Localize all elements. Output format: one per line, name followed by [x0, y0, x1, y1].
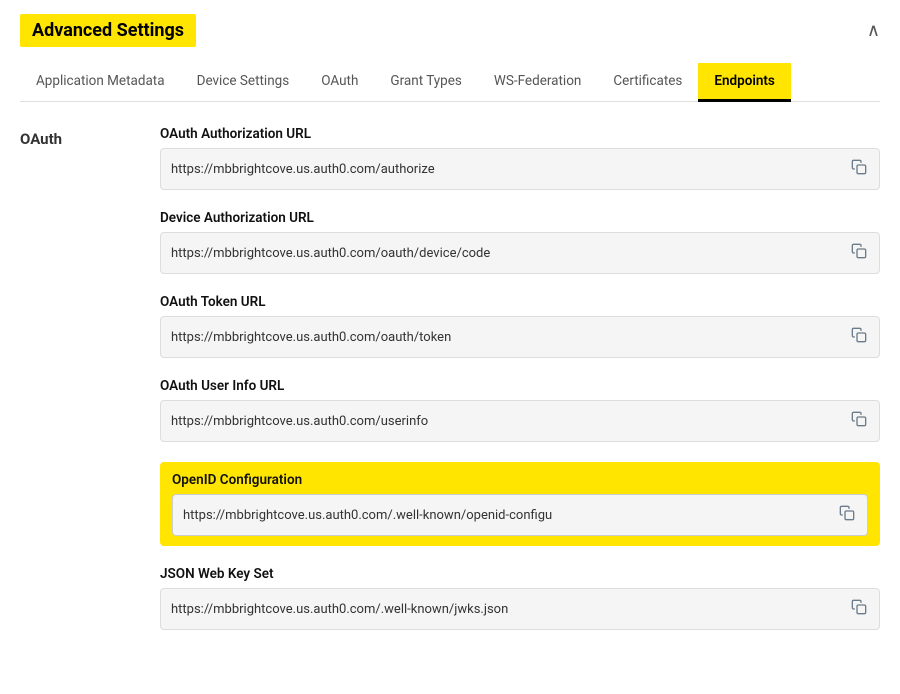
field-group-jwks: JSON Web Key Set https://mbbrightcove.us.…	[160, 566, 880, 630]
url-value-oauth-userinfo-url: https://mbbrightcove.us.auth0.com/userin…	[171, 414, 841, 429]
field-group-oauth-token-url: OAuth Token URL https://mbbrightcove.us.a…	[160, 294, 880, 358]
copy-button-oauth-token-url[interactable]	[849, 325, 869, 349]
tabs-bar: Application MetadataDevice SettingsOAuth…	[20, 63, 880, 102]
tab-ws-federation[interactable]: WS-Federation	[478, 63, 598, 102]
fields-container: OAuth Authorization URL https://mbbrightc…	[160, 126, 880, 630]
copy-button-jwks[interactable]	[849, 597, 869, 621]
url-value-oauth-auth-url: https://mbbrightcove.us.auth0.com/author…	[171, 162, 841, 177]
field-group-device-auth-url: Device Authorization URL https://mbbright…	[160, 210, 880, 274]
field-label-oauth-userinfo-url: OAuth User Info URL	[160, 378, 880, 394]
url-value-openid-config: https://mbbrightcove.us.auth0.com/.well-…	[183, 508, 829, 523]
url-wrapper-openid-config: https://mbbrightcove.us.auth0.com/.well-…	[172, 494, 868, 536]
copy-button-oauth-auth-url[interactable]	[849, 157, 869, 181]
page-container: Advanced Settings ∧ Application Metadata…	[0, 0, 900, 694]
url-wrapper-device-auth-url: https://mbbrightcove.us.auth0.com/oauth/…	[160, 232, 880, 274]
copy-button-oauth-userinfo-url[interactable]	[849, 409, 869, 433]
field-label-oauth-auth-url: OAuth Authorization URL	[160, 126, 880, 142]
field-label-openid-config: OpenID Configuration	[172, 472, 868, 488]
tab-grant-types[interactable]: Grant Types	[374, 63, 477, 102]
tab-certificates[interactable]: Certificates	[597, 63, 698, 102]
page-title: Advanced Settings	[20, 14, 196, 47]
copy-button-device-auth-url[interactable]	[849, 241, 869, 265]
field-group-oauth-userinfo-url: OAuth User Info URL https://mbbrightcove.…	[160, 378, 880, 442]
field-label-jwks: JSON Web Key Set	[160, 566, 880, 582]
tab-application-metadata[interactable]: Application Metadata	[20, 63, 181, 102]
section-label: OAuth	[20, 126, 120, 630]
field-label-device-auth-url: Device Authorization URL	[160, 210, 880, 226]
tab-endpoints[interactable]: Endpoints	[698, 63, 791, 102]
url-wrapper-oauth-auth-url: https://mbbrightcove.us.auth0.com/author…	[160, 148, 880, 190]
tab-oauth[interactable]: OAuth	[305, 63, 374, 102]
header: Advanced Settings ∧	[20, 14, 880, 47]
field-label-oauth-token-url: OAuth Token URL	[160, 294, 880, 310]
field-group-oauth-auth-url: OAuth Authorization URL https://mbbrightc…	[160, 126, 880, 190]
url-wrapper-jwks: https://mbbrightcove.us.auth0.com/.well-…	[160, 588, 880, 630]
field-group-openid-config: OpenID Configuration https://mbbrightcove…	[160, 462, 880, 546]
url-wrapper-oauth-token-url: https://mbbrightcove.us.auth0.com/oauth/…	[160, 316, 880, 358]
content-area: OAuth OAuth Authorization URL https://mbb…	[20, 126, 880, 630]
tab-device-settings[interactable]: Device Settings	[181, 63, 306, 102]
url-value-oauth-token-url: https://mbbrightcove.us.auth0.com/oauth/…	[171, 330, 841, 345]
url-value-device-auth-url: https://mbbrightcove.us.auth0.com/oauth/…	[171, 246, 841, 261]
url-value-jwks: https://mbbrightcove.us.auth0.com/.well-…	[171, 602, 841, 617]
collapse-button[interactable]: ∧	[867, 20, 880, 41]
copy-button-openid-config[interactable]	[837, 503, 857, 527]
url-wrapper-oauth-userinfo-url: https://mbbrightcove.us.auth0.com/userin…	[160, 400, 880, 442]
